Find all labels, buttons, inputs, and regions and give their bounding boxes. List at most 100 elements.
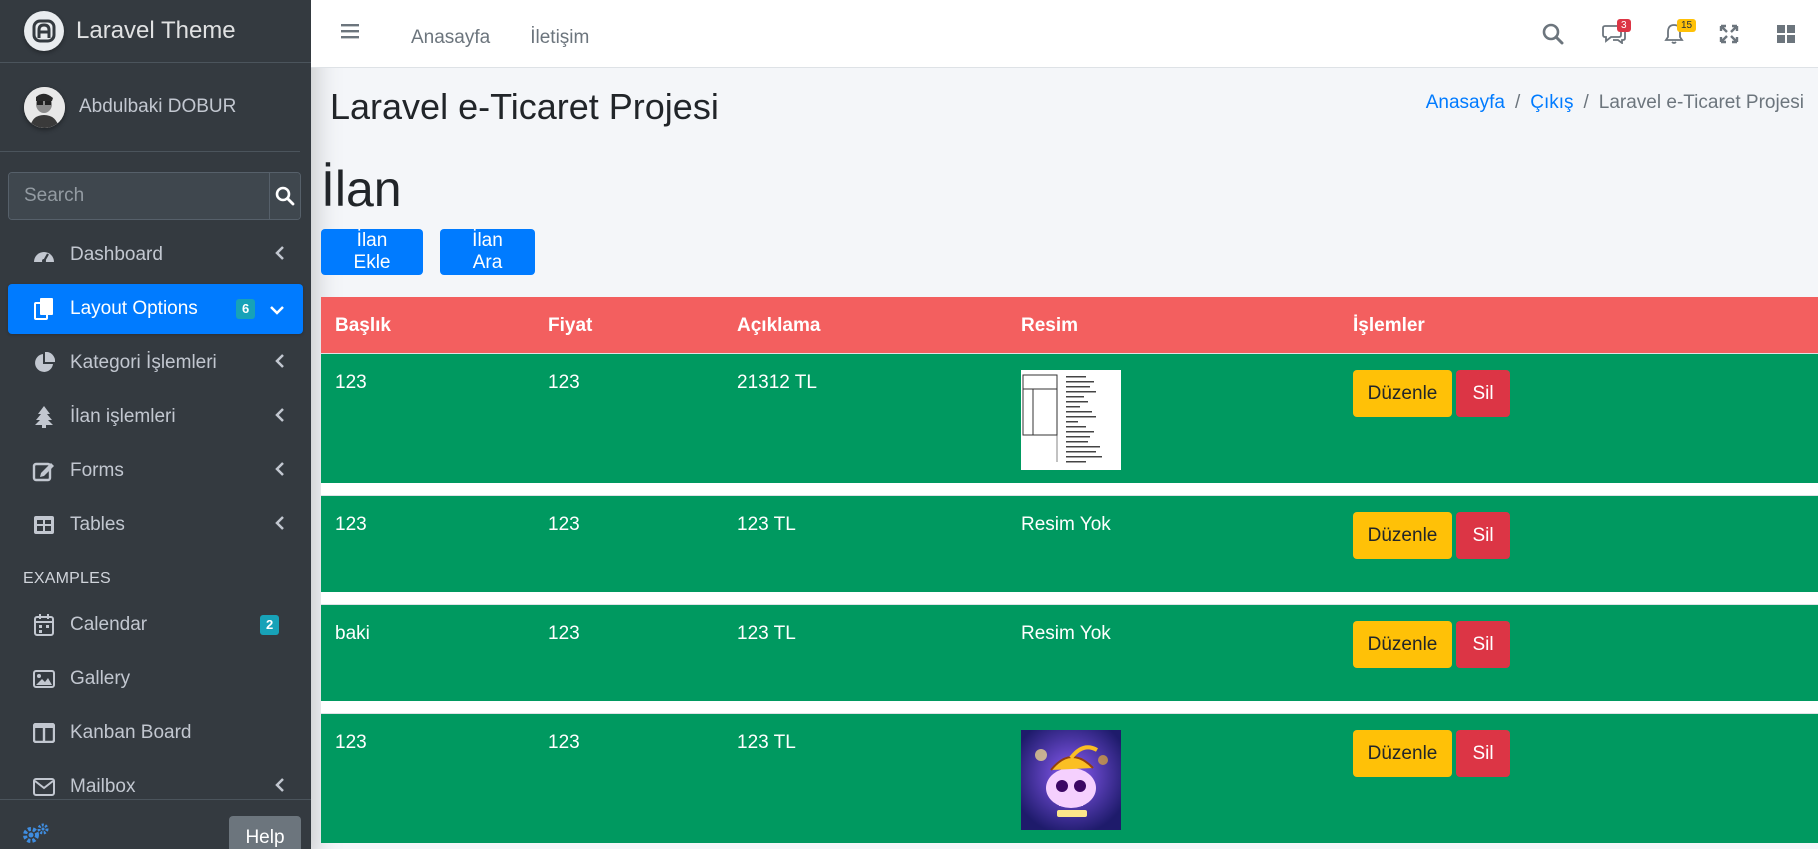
add-listing-button[interactable]: İlan Ekle [321,229,423,275]
sidebar-search [8,172,301,220]
chevron-down-icon [269,299,285,321]
messages-badge: 3 [1617,19,1631,32]
app-root: Laravel Theme Abdulbaki DOBUR Search Das… [0,0,1818,849]
cell-aciklama: 123 TL [737,732,796,753]
delete-button[interactable]: Sil [1456,730,1510,777]
table-row: 123 123 123 TL Düzenle Sil [321,713,1818,843]
listing-thumbnail [1021,370,1121,470]
breadcrumb: Anasayfa / Çıkış / Laravel e-Ticaret Pro… [1426,92,1804,114]
breadcrumb-link-cikis[interactable]: Çıkış [1530,92,1573,114]
edit-button[interactable]: Düzenle [1353,730,1452,777]
cell-baslik: 123 [335,732,367,753]
tree-icon [32,405,56,429]
user-panel[interactable]: Abdulbaki DOBUR [0,63,300,152]
chevron-left-icon [275,515,285,537]
sidebar-item-tables[interactable]: Tables [8,500,303,550]
sidebar-item-layout-options[interactable]: Layout Options 6 [8,284,303,334]
chevron-left-icon [275,245,285,267]
topnav-link-anasayfa[interactable]: Anasayfa [411,27,490,49]
sidebar-item-label: Kanban Board [70,722,192,743]
sidebar-item-gallery[interactable]: Gallery [8,654,303,704]
chevron-left-icon [275,777,285,799]
row-divider [321,592,1818,604]
cell-aciklama: 123 TL [737,623,796,644]
fullscreen-icon[interactable] [1704,0,1754,68]
listings-table: Başlık Fiyat Açıklama Resim İşlemler 123… [321,297,1818,843]
cell-baslik: baki [335,623,370,644]
column-header-islemler: İşlemler [1353,315,1425,336]
breadcrumb-current: Laravel e-Ticaret Projesi [1598,92,1804,113]
chevron-left-icon [275,461,285,483]
sidebar-item-forms[interactable]: Forms [8,446,303,496]
edit-icon [32,459,56,483]
sidebar-item-label: Calendar [70,614,148,635]
delete-button[interactable]: Sil [1456,512,1510,559]
edit-button[interactable]: Düzenle [1353,512,1452,559]
sidebar-item-label: Forms [70,460,124,481]
cell-resim: Resim Yok [1021,623,1111,644]
breadcrumb-separator: / [1583,92,1589,113]
envelope-icon [32,775,56,799]
breadcrumb-separator: / [1514,92,1521,113]
cell-fiyat: 123 [548,623,580,644]
sidebar-item-label: Gallery [70,668,131,689]
column-header-fiyat: Fiyat [548,315,593,336]
cell-fiyat: 123 [548,372,580,393]
cell-fiyat: 123 [548,732,580,753]
listing-thumbnail [1021,730,1121,830]
control-sidebar-icon[interactable] [1754,0,1818,68]
cell-aciklama: 123 TL [737,514,796,535]
sidebar-item-calendar[interactable]: Calendar 2 [8,600,303,650]
column-header-resim: Resim [1021,315,1079,336]
tachometer-icon [32,243,56,267]
sidebar-item-label: Kategori İşlemleri [70,352,217,373]
sidebar-examples-nav: Calendar 2 Gallery Kanban Board Mailbox [0,600,311,812]
cogs-icon[interactable] [22,822,50,849]
cell-fiyat: 123 [548,514,580,535]
messages-icon[interactable]: 3 [1584,0,1644,68]
notifications-badge: 15 [1677,19,1697,32]
search-button[interactable] [269,173,300,219]
section-title: İlan [321,161,402,217]
hamburger-menu-icon[interactable] [341,23,361,44]
chevron-left-icon [275,407,285,429]
table-header: Başlık Fiyat Açıklama Resim İşlemler [321,297,1818,353]
sidebar-item-kanban[interactable]: Kanban Board [8,708,303,758]
brand-link[interactable]: Laravel Theme [0,0,311,63]
row-divider [321,483,1818,495]
search-input[interactable] [9,173,269,219]
help-button[interactable]: Help [229,816,301,849]
edit-button[interactable]: Düzenle [1353,370,1452,417]
cell-baslik: 123 [335,372,367,393]
breadcrumb-link-anasayfa[interactable]: Anasayfa [1426,92,1505,114]
copy-icon [32,297,56,321]
notifications-icon[interactable]: 15 [1644,0,1704,68]
edit-button[interactable]: Düzenle [1353,621,1452,668]
topbar-actions: 3 15 [1522,0,1818,68]
sidebar-item-dashboard[interactable]: Dashboard [8,230,303,280]
row-divider [321,701,1818,713]
search-icon [275,186,295,206]
sidebar-item-ilan[interactable]: İlan işlemleri [8,392,303,442]
navbar-search-icon[interactable] [1522,0,1584,68]
cell-aciklama: 21312 TL [737,372,817,393]
delete-button[interactable]: Sil [1456,621,1510,668]
page-title: Laravel e-Ticaret Projesi [330,86,719,127]
user-name: Abdulbaki DOBUR [79,96,237,117]
search-listing-button[interactable]: İlan Ara [440,229,535,275]
topnav-link-iletisim[interactable]: İletişim [530,27,589,49]
sidebar-item-kategori[interactable]: Kategori İşlemleri [8,338,303,388]
sidebar: Laravel Theme Abdulbaki DOBUR Search Das… [0,0,311,849]
chevron-left-icon [275,353,285,375]
image-icon [32,667,56,691]
sidebar-item-label: Layout Options [70,298,198,319]
table-row: baki 123 123 TL Resim Yok Düzenle Sil [321,604,1818,701]
cell-resim: Resim Yok [1021,514,1111,535]
sidebar-item-label: Tables [70,514,125,535]
column-header-baslik: Başlık [335,315,391,336]
top-navbar: Anasayfa İletişim 3 15 [311,0,1818,68]
avatar [24,86,65,128]
columns-icon [32,721,56,745]
delete-button[interactable]: Sil [1456,370,1510,417]
layout-options-badge: 6 [236,299,256,319]
